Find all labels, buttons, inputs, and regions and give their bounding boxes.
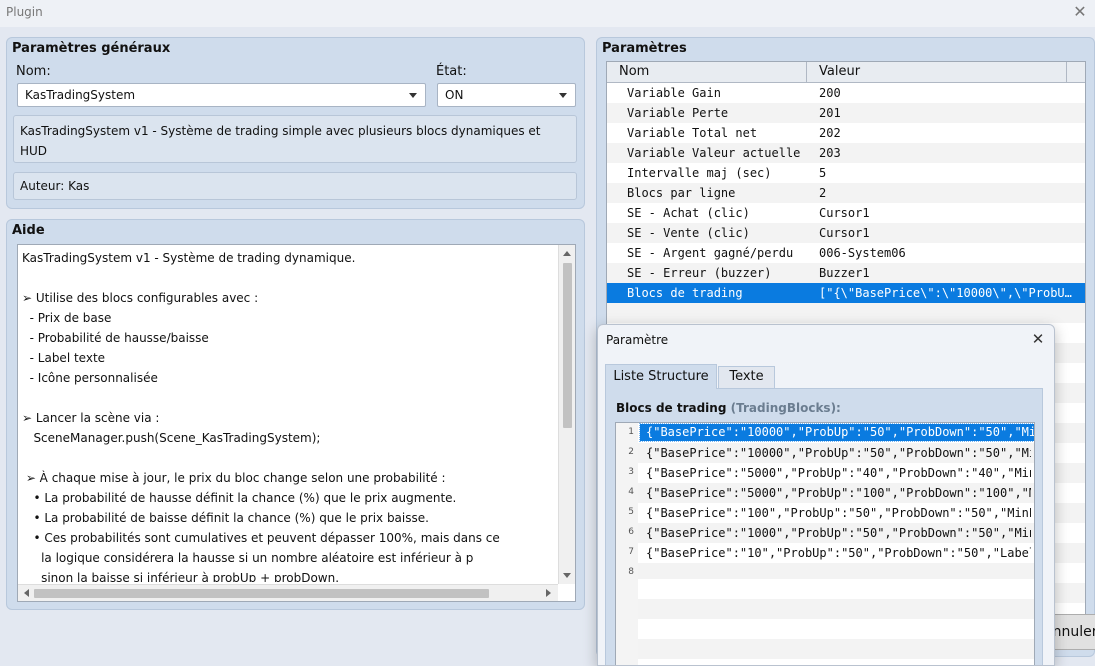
param-name: Variable Total net — [627, 126, 758, 140]
param-name: SE - Achat (clic) — [627, 206, 750, 220]
block-entry: {"BasePrice":"10000","ProbUp":"50","Prob… — [639, 423, 1034, 442]
block-entry: {"BasePrice":"5000","ProbUp":"40","ProbD… — [646, 466, 1031, 480]
param-name: SE - Vente (clic) — [627, 226, 750, 240]
blocks-list: 1 {"BasePrice":"10000","ProbUp":"50","Pr… — [615, 422, 1035, 665]
state-value: ON — [445, 88, 464, 102]
plugin-name-value: KasTradingSystem — [25, 88, 136, 102]
window-title: Plugin — [6, 5, 43, 19]
table-row[interactable]: Intervalle maj (sec) 5 — [607, 163, 1085, 183]
param-name: Intervalle maj (sec) — [627, 166, 772, 180]
scroll-right-icon[interactable] — [546, 589, 551, 597]
line-number: 6 — [628, 527, 634, 537]
param-value: Cursor1 — [819, 226, 870, 240]
tab-text[interactable]: Texte — [718, 366, 775, 388]
state-label: État: — [436, 64, 467, 79]
line-number: 7 — [628, 547, 634, 557]
param-value: 201 — [819, 106, 841, 120]
block-entry: {"BasePrice":"10","ProbUp":"50","ProbDow… — [646, 546, 1031, 560]
chevron-down-icon — [559, 93, 567, 98]
line-number: 3 — [628, 467, 634, 477]
column-divider[interactable] — [806, 62, 807, 82]
blocks-list-type: (TradingBlocks): — [730, 401, 841, 415]
list-item[interactable]: 7 {"BasePrice":"10","ProbUp":"50","ProbD… — [616, 543, 1034, 563]
param-name: SE - Erreur (buzzer) — [627, 266, 772, 280]
param-value: 202 — [819, 126, 841, 140]
params-table-header: Nom Valeur — [607, 62, 1085, 83]
help-title: Aide — [12, 223, 45, 238]
dialog-title: Paramètre — [606, 333, 669, 347]
line-number: 2 — [628, 447, 634, 457]
block-entry: {"BasePrice":"5000","ProbUp":"100","Prob… — [646, 486, 1031, 500]
param-name: Variable Gain — [627, 86, 721, 100]
param-name: Variable Valeur actuelle — [627, 146, 801, 160]
param-name: SE - Argent gagné/perdu — [627, 246, 794, 260]
param-name: Blocs de trading — [627, 286, 743, 300]
param-value: ["{\"BasePrice\":\"10000\",\"ProbU… — [819, 286, 1072, 300]
close-icon[interactable]: ✕ — [1028, 329, 1048, 349]
state-select[interactable]: ON — [437, 83, 576, 107]
list-item[interactable]: 2 {"BasePrice":"10000","ProbUp":"50","Pr… — [616, 443, 1034, 463]
blocks-list-name: Blocs de trading — [616, 401, 727, 415]
table-row[interactable]: SE - Erreur (buzzer) Buzzer1 — [607, 263, 1085, 283]
param-value: 200 — [819, 86, 841, 100]
vertical-scroll-thumb[interactable] — [563, 263, 572, 428]
param-value: 2 — [819, 186, 827, 200]
param-value: Buzzer1 — [819, 266, 870, 280]
param-value: 5 — [819, 166, 827, 180]
table-row[interactable]: Variable Total net 202 — [607, 123, 1085, 143]
general-params-group: Paramètres généraux Nom: État: KasTradin… — [6, 37, 585, 209]
help-text: KasTradingSystem v1 - Système de trading… — [22, 251, 500, 582]
close-icon[interactable]: ✕ — [1071, 2, 1089, 22]
param-value: 006-System06 — [819, 246, 906, 260]
param-name: Blocs par ligne — [627, 186, 736, 200]
plugin-description: KasTradingSystem v1 - Système de trading… — [13, 115, 577, 163]
table-row-selected[interactable]: Blocs de trading ["{\"BasePrice\":\"1000… — [607, 283, 1085, 303]
block-entry: {"BasePrice":"100","ProbUp":"50","ProbDo… — [646, 506, 1031, 520]
line-number: 1 — [628, 427, 634, 437]
scroll-up-icon[interactable] — [563, 251, 571, 256]
help-text-area[interactable]: KasTradingSystem v1 - Système de trading… — [17, 244, 576, 602]
window-titlebar: Plugin ✕ — [0, 0, 1095, 27]
general-params-title: Paramètres généraux — [12, 41, 171, 56]
line-number: 5 — [628, 507, 634, 517]
scroll-down-icon[interactable] — [563, 573, 571, 578]
column-header-name[interactable]: Nom — [619, 64, 649, 79]
table-row[interactable]: SE - Argent gagné/perdu 006-System06 — [607, 243, 1085, 263]
list-item[interactable]: 6 {"BasePrice":"1000","ProbUp":"50","Pro… — [616, 523, 1034, 543]
table-row[interactable]: Variable Gain 200 — [607, 83, 1085, 103]
list-item[interactable]: 5 {"BasePrice":"100","ProbUp":"50","Prob… — [616, 503, 1034, 523]
table-row[interactable]: SE - Vente (clic) Cursor1 — [607, 223, 1085, 243]
param-name: Variable Perte — [627, 106, 729, 120]
param-value: Cursor1 — [819, 206, 870, 220]
scroll-left-icon[interactable] — [24, 589, 29, 597]
param-dialog: Paramètre ✕ Liste Structure Texte Blocs … — [597, 324, 1055, 666]
blocks-empty-rows — [638, 579, 1034, 665]
list-item[interactable]: 4 {"BasePrice":"5000","ProbUp":"100","Pr… — [616, 483, 1034, 503]
line-number: 4 — [628, 487, 634, 497]
params-title: Paramètres — [602, 41, 687, 56]
block-entry: {"BasePrice":"1000","ProbUp":"50","ProbD… — [646, 526, 1031, 540]
name-label: Nom: — [16, 64, 51, 79]
help-vertical-scrollbar[interactable] — [558, 245, 575, 584]
table-row[interactable]: Blocs par ligne 2 — [607, 183, 1085, 203]
table-row[interactable]: Variable Valeur actuelle 203 — [607, 143, 1085, 163]
param-value: 203 — [819, 146, 841, 160]
line-number: 8 — [628, 567, 634, 577]
chevron-down-icon — [409, 93, 417, 98]
plugin-name-select[interactable]: KasTradingSystem — [17, 83, 426, 107]
table-row[interactable]: Variable Perte 201 — [607, 103, 1085, 123]
column-header-value[interactable]: Valeur — [819, 64, 860, 79]
dialog-tab-panel: Blocs de trading (TradingBlocks): 1 {"Ba… — [605, 388, 1043, 665]
horizontal-scroll-thumb[interactable] — [34, 589, 489, 598]
table-row[interactable]: SE - Achat (clic) Cursor1 — [607, 203, 1085, 223]
plugin-author: Auteur: Kas — [13, 172, 577, 200]
block-entry: {"BasePrice":"10000","ProbUp":"50","Prob… — [646, 446, 1031, 460]
column-divider — [1066, 62, 1067, 82]
tab-list-structure[interactable]: Liste Structure — [605, 364, 717, 389]
list-item-selected[interactable]: 1 {"BasePrice":"10000","ProbUp":"50","Pr… — [616, 423, 1034, 443]
list-item[interactable]: 3 {"BasePrice":"5000","ProbUp":"40","Pro… — [616, 463, 1034, 483]
blocks-list-label: Blocs de trading (TradingBlocks): — [616, 401, 841, 415]
help-horizontal-scrollbar[interactable] — [18, 584, 558, 601]
